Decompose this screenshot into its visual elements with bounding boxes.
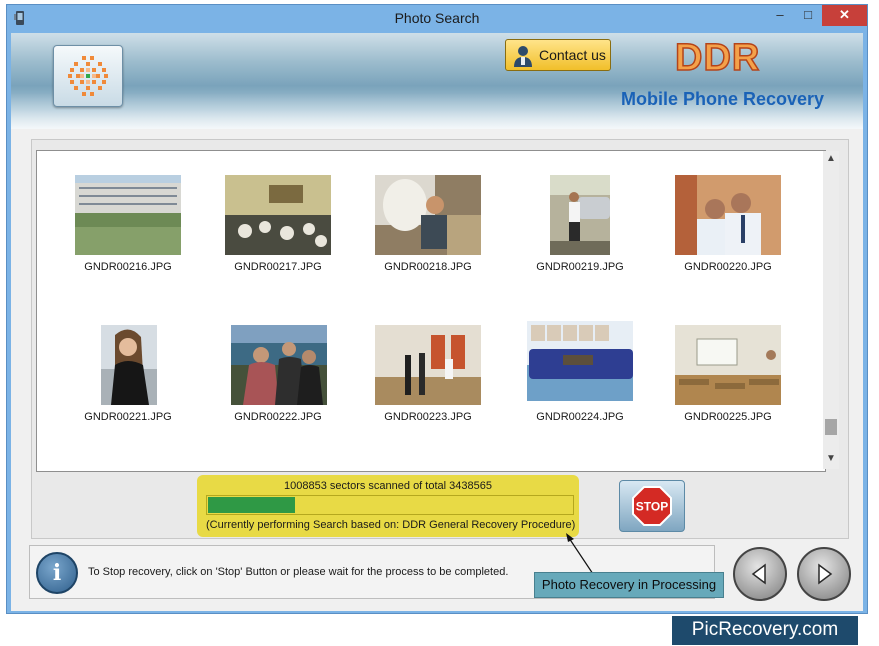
thumbnail[interactable] xyxy=(550,175,610,255)
thumbnail[interactable] xyxy=(375,325,481,405)
thumbnail-label: GNDR00221.JPG xyxy=(84,411,172,423)
thumbnail-label: GNDR00217.JPG xyxy=(234,261,322,273)
thumbnail[interactable] xyxy=(75,175,181,255)
minimize-button[interactable]: – xyxy=(767,5,793,26)
close-button[interactable]: ✕ xyxy=(822,5,867,26)
brand-subtitle: Mobile Phone Recovery xyxy=(621,89,825,109)
scrollbar-thumb[interactable] xyxy=(825,419,837,435)
thumbnail[interactable] xyxy=(225,175,331,255)
sectors-scanned-text: 1008853 sectors scanned of total 3438565 xyxy=(284,480,492,492)
stop-button[interactable]: STOP xyxy=(619,480,685,532)
thumbnail-label: GNDR00219.JPG xyxy=(536,261,624,273)
client-area: Contact us DDR Mobile Phone Recovery GND… xyxy=(11,33,863,611)
callout-arrow xyxy=(566,533,594,575)
photo-thumbnail-image xyxy=(675,325,781,405)
contact-us-button[interactable]: Contact us xyxy=(505,39,611,71)
photo-gallery[interactable]: GNDR00216.JPG GNDR00217.JPG GNDR00218.JP… xyxy=(36,150,839,472)
thumbnail[interactable] xyxy=(101,325,157,405)
ddr-brand-logo: DDR xyxy=(674,36,761,80)
thumbnail-label: GNDR00223.JPG xyxy=(384,411,472,423)
photo-thumbnail-image xyxy=(101,325,157,405)
next-button[interactable] xyxy=(797,547,851,601)
photo-thumbnail-image xyxy=(527,321,633,401)
stop-button-label: STOP xyxy=(636,500,668,514)
site-watermark: PicRecovery.com xyxy=(672,616,858,645)
photo-thumbnail-image xyxy=(550,175,610,255)
photo-thumbnail-image xyxy=(675,175,781,255)
maximize-button[interactable]: □ xyxy=(795,5,821,26)
window-title: Photo Search xyxy=(394,10,480,26)
support-person-icon xyxy=(514,46,532,67)
thumbnail-label: GNDR00216.JPG xyxy=(84,261,172,273)
photo-thumbnail-image xyxy=(375,175,481,255)
scroll-up-icon[interactable]: ▲ xyxy=(823,153,839,167)
scroll-down-icon[interactable]: ▼ xyxy=(823,453,839,467)
title-bar: Photo Search – □ ✕ xyxy=(7,5,867,33)
thumbnail-label: GNDR00222.JPG xyxy=(234,411,322,423)
header-banner: Contact us DDR Mobile Phone Recovery xyxy=(11,33,863,129)
thumbnail-label: GNDR00218.JPG xyxy=(384,261,472,273)
photo-thumbnail-image xyxy=(225,175,331,255)
photo-thumbnail-image xyxy=(375,325,481,405)
stop-hint-text: To Stop recovery, click on 'Stop' Button… xyxy=(88,566,509,578)
photo-thumbnail-image xyxy=(75,175,181,255)
photo-thumbnail-image xyxy=(231,325,327,405)
thumbnail[interactable] xyxy=(527,321,633,401)
thumbnail[interactable] xyxy=(231,325,327,405)
thumbnail-label: GNDR00225.JPG xyxy=(684,411,772,423)
scan-progress-bar xyxy=(206,495,574,515)
info-icon: i xyxy=(36,552,78,594)
scan-status-panel: 1008853 sectors scanned of total 3438565… xyxy=(197,475,579,537)
thumbnail[interactable] xyxy=(675,325,781,405)
thumbnail[interactable] xyxy=(675,175,781,255)
thumbnail-label: GNDR00220.JPG xyxy=(684,261,772,273)
search-method-text: (Currently performing Search based on: D… xyxy=(206,519,576,531)
contact-us-label: Contact us xyxy=(539,47,606,63)
stop-sign-icon: STOP xyxy=(632,486,672,526)
left-arrow-icon xyxy=(751,563,766,585)
thumbnail[interactable] xyxy=(375,175,481,255)
checker-logo-icon xyxy=(68,56,108,96)
scan-progress-fill xyxy=(208,497,295,513)
app-logo xyxy=(53,45,123,107)
thumbnail-label: GNDR00224.JPG xyxy=(536,411,624,423)
app-window: Photo Search – □ ✕ Contact us DDR Mobile… xyxy=(6,4,868,614)
right-arrow-icon xyxy=(818,563,833,585)
processing-callout: Photo Recovery in Processing xyxy=(534,572,724,598)
vertical-scrollbar[interactable]: ▲ ▼ xyxy=(823,151,839,469)
back-button[interactable] xyxy=(733,547,787,601)
